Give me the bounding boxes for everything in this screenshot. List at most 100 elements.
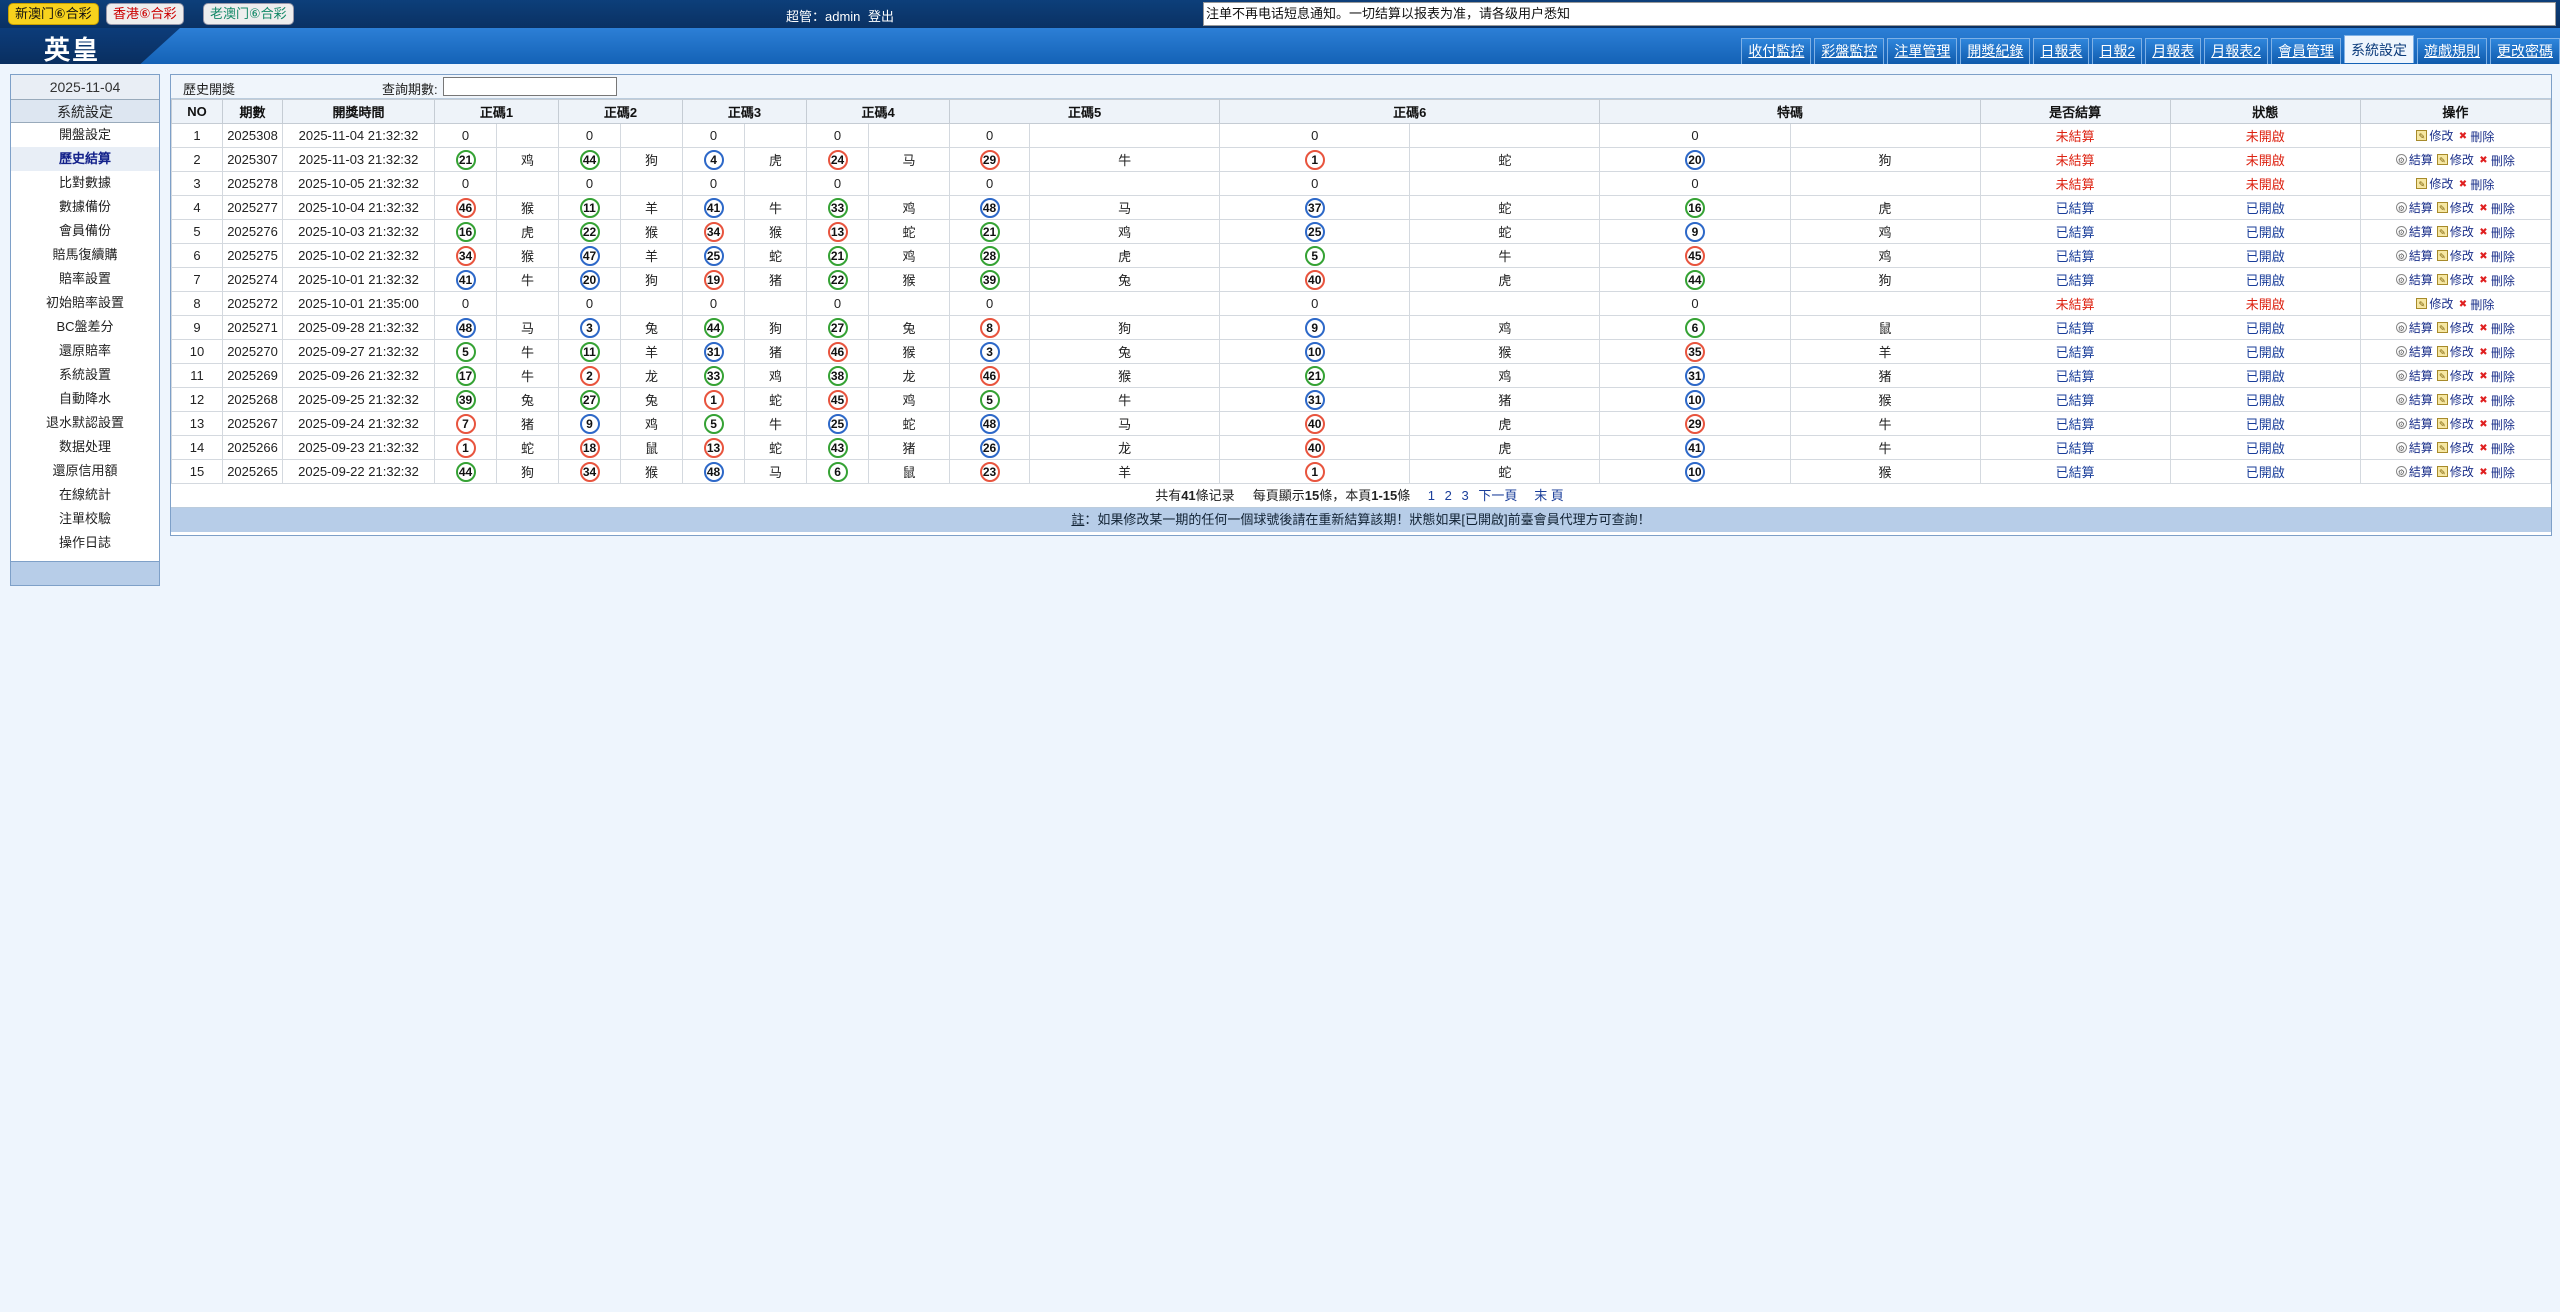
cell-zodiac-4: 龙 [868, 363, 951, 388]
nav-tab-2[interactable]: 注單管理 [1887, 38, 1958, 64]
edit-action[interactable]: ✎ 修改 [2416, 127, 2453, 144]
ball-number: 10 [1684, 461, 1705, 482]
del-action[interactable]: ✖ 刪除 [2478, 464, 2515, 481]
nav-tab-4[interactable]: 日報表 [2033, 38, 2090, 64]
edit-action[interactable]: ✎ 修改 [2436, 343, 2474, 360]
lottery-tab-hongkong[interactable]: 香港⑥合彩 [106, 3, 184, 25]
sidebar-item-2[interactable]: 比對數據 [11, 171, 159, 195]
edit-action[interactable]: ✎ 修改 [2436, 151, 2474, 168]
sidebar-item-11[interactable]: 自動降水 [11, 387, 159, 411]
edit-action[interactable]: ✎ 修改 [2436, 463, 2474, 480]
edit-action[interactable]: ✎ 修改 [2436, 199, 2474, 216]
settle-action[interactable]: ⚙ 結算 [2395, 271, 2433, 288]
settle-action[interactable]: ⚙ 結算 [2395, 367, 2433, 384]
del-action[interactable]: ✖ 刪除 [2478, 344, 2515, 361]
sidebar-item-0[interactable]: 開盤設定 [11, 123, 159, 147]
cell-settled: 未結算 [1979, 291, 2171, 316]
settle-action[interactable]: ⚙ 結算 [2395, 439, 2433, 456]
settle-action[interactable]: ⚙ 結算 [2395, 415, 2433, 432]
edit-action[interactable]: ✎ 修改 [2436, 247, 2474, 264]
settle-action[interactable]: ⚙ 結算 [2395, 247, 2433, 264]
del-action[interactable]: ✖ 刪除 [2478, 152, 2515, 169]
cell-time: 2025-10-01 21:35:00 [282, 291, 435, 316]
cell-zodiac-3 [744, 291, 808, 316]
edit-action[interactable]: ✎ 修改 [2436, 223, 2474, 240]
edit-action[interactable]: ✎ 修改 [2416, 175, 2453, 192]
sidebar-item-8[interactable]: BC盤差分 [11, 315, 159, 339]
cell-zodiac-2: 羊 [620, 243, 684, 268]
nav-tab-7[interactable]: 月報表2 [2204, 38, 2268, 64]
del-action[interactable]: ✖ 刪除 [2478, 368, 2515, 385]
del-action[interactable]: ✖ 刪除 [2457, 128, 2495, 145]
sidebar-item-17[interactable]: 操作日誌 [11, 531, 159, 555]
nav-tab-0[interactable]: 收付監控 [1741, 38, 1812, 64]
action-label: 修改 [2449, 248, 2474, 263]
lottery-tab-new-macau[interactable]: 新澳门⑥合彩 [8, 3, 99, 25]
cell-zodiac-7: 狗 [1789, 147, 1981, 172]
sidebar-item-6[interactable]: 賠率設置 [11, 267, 159, 291]
page-link-1[interactable]: 1 [1428, 488, 1435, 503]
edit-action[interactable]: ✎ 修改 [2436, 391, 2474, 408]
del-action[interactable]: ✖ 刪除 [2457, 176, 2495, 193]
sidebar-item-13[interactable]: 数据处理 [11, 435, 159, 459]
del-action[interactable]: ✖ 刪除 [2478, 224, 2515, 241]
sidebar-item-7[interactable]: 初始賠率設置 [11, 291, 159, 315]
edit-action[interactable]: ✎ 修改 [2436, 319, 2474, 336]
sidebar-item-15[interactable]: 在線統計 [11, 483, 159, 507]
nav-tab-5[interactable]: 日報2 [2092, 38, 2143, 64]
logout-link[interactable]: 登出 [868, 9, 894, 24]
last-page-link[interactable]: 末 頁 [1534, 488, 1564, 503]
del-action[interactable]: ✖ 刪除 [2478, 272, 2515, 289]
del-action[interactable]: ✖ 刪除 [2478, 248, 2515, 265]
sidebar-item-9[interactable]: 還原賠率 [11, 339, 159, 363]
cell-ball-4: 6 [806, 459, 870, 484]
edit-action[interactable]: ✎ 修改 [2436, 271, 2474, 288]
cell-zodiac-5: 猴 [1029, 363, 1221, 388]
table-body: 1 2025308 2025-11-04 21:32:32 0 0 0 0 0 0 0 未結算 未開啟… [171, 123, 2552, 484]
settle-action[interactable]: ⚙ 結算 [2395, 199, 2433, 216]
edit-action[interactable]: ✎ 修改 [2436, 415, 2474, 432]
sidebar-item-4[interactable]: 會員備份 [11, 219, 159, 243]
sidebar-item-12[interactable]: 退水默認設置 [11, 411, 159, 435]
sidebar-item-16[interactable]: 注單校驗 [11, 507, 159, 531]
nav-tab-1[interactable]: 彩盤監控 [1814, 38, 1885, 64]
settle-action[interactable]: ⚙ 結算 [2395, 223, 2433, 240]
nav-tab-8[interactable]: 會員管理 [2271, 38, 2341, 64]
nav-tab-11[interactable]: 更改密碼 [2490, 38, 2560, 64]
cell-zodiac-4: 马 [868, 147, 951, 172]
cell-settled: 已結算 [1979, 339, 2171, 364]
edit-action[interactable]: ✎ 修改 [2436, 439, 2474, 456]
issue-query-input[interactable] [443, 77, 617, 96]
del-action[interactable]: ✖ 刪除 [2457, 296, 2495, 313]
edit-action[interactable]: ✎ 修改 [2436, 367, 2474, 384]
page-link-2[interactable]: 2 [1445, 488, 1452, 503]
settle-action[interactable]: ⚙ 結算 [2395, 319, 2433, 336]
nav-tab-3[interactable]: 開獎紀錄 [1960, 38, 2031, 64]
sidebar-item-5[interactable]: 賠馬復續購 [11, 243, 159, 267]
settle-action[interactable]: ⚙ 結算 [2395, 391, 2433, 408]
sidebar-item-3[interactable]: 數據備份 [11, 195, 159, 219]
del-action[interactable]: ✖ 刪除 [2478, 320, 2515, 337]
sidebar-item-10[interactable]: 系統設置 [11, 363, 159, 387]
lottery-tab-old-macau[interactable]: 老澳门⑥合彩 [203, 3, 294, 25]
nav-tab-10[interactable]: 遊戲規則 [2417, 38, 2487, 64]
settle-action[interactable]: ⚙ 結算 [2395, 343, 2433, 360]
cell-no: 7 [171, 267, 223, 292]
next-page-link[interactable]: 下一頁 [1478, 488, 1517, 503]
ball-number: 27 [827, 317, 848, 338]
del-action[interactable]: ✖ 刪除 [2478, 416, 2515, 433]
nav-tab-9[interactable]: 系統設定 [2344, 35, 2414, 63]
cell-actions: ⚙ 結算 ✎ 修改 ✖ 刪除 [2359, 387, 2552, 412]
sidebar-item-14[interactable]: 還原信用額 [11, 459, 159, 483]
settle-action[interactable]: ⚙ 結算 [2395, 151, 2433, 168]
page-link-3[interactable]: 3 [1461, 488, 1468, 503]
del-action[interactable]: ✖ 刪除 [2478, 392, 2515, 409]
del-action[interactable]: ✖ 刪除 [2478, 200, 2515, 217]
del-action[interactable]: ✖ 刪除 [2478, 440, 2515, 457]
nav-tab-6[interactable]: 月報表 [2145, 38, 2202, 64]
sidebar-item-1[interactable]: 歷史結算 [11, 147, 159, 171]
cell-ball-5: 0 [949, 171, 1031, 196]
settle-action[interactable]: ⚙ 結算 [2395, 463, 2433, 480]
edit-action[interactable]: ✎ 修改 [2416, 295, 2453, 312]
table-row: 2 2025307 2025-11-03 21:32:32 21 鸡 44 狗 4 虎 24 马 29… [171, 147, 2552, 172]
